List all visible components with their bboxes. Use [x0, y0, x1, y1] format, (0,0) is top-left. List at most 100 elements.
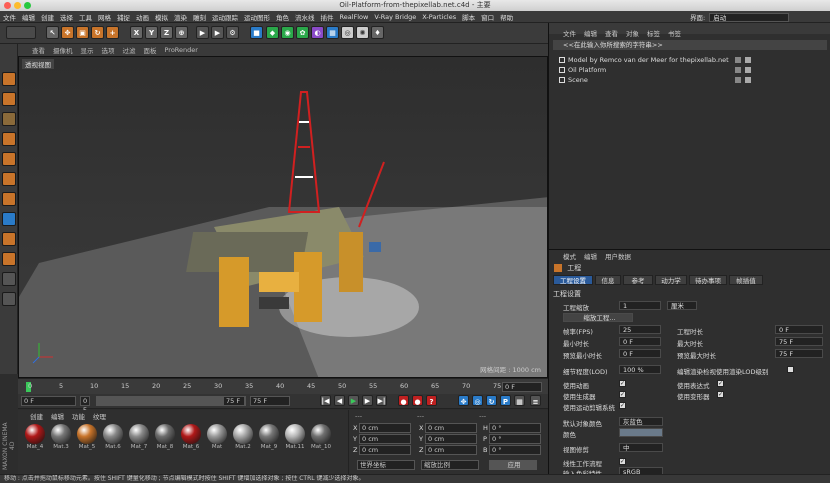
viewport-menu-item-6[interactable]: ProRender — [165, 46, 198, 54]
menu-item-16[interactable]: RealFlow — [340, 13, 369, 21]
material-swatch[interactable]: Mat_9 — [256, 424, 282, 454]
material-swatch[interactable]: Mat.3 — [48, 424, 74, 454]
layout-dropdown[interactable]: 启动 — [709, 12, 790, 22]
move-icon[interactable]: ✥ — [61, 26, 74, 39]
render-view-icon[interactable]: ▶ — [196, 26, 209, 39]
material-swatch[interactable]: Mat_10 — [308, 424, 334, 454]
menu-item-1[interactable]: 编辑 — [22, 12, 35, 22]
viewport-menu-item-2[interactable]: 显示 — [81, 45, 94, 55]
tweak-mode-icon[interactable] — [2, 212, 16, 226]
scale-field[interactable]: 1 — [619, 301, 661, 310]
select-arrow-icon[interactable]: ↖ — [46, 26, 59, 39]
coord-value-field[interactable]: 0 cm — [359, 434, 411, 444]
spline-icon[interactable]: ✿ — [296, 26, 309, 39]
object-tag-icon[interactable] — [735, 77, 741, 83]
object-search-bar[interactable]: <<在此输入你所搜索的字符串>> — [553, 40, 827, 50]
extra-tool-icon[interactable]: ♦ — [371, 26, 384, 39]
attribute-tab-2[interactable]: 参考 — [623, 275, 653, 285]
timeline-end-field[interactable]: 0 F — [502, 382, 542, 392]
menu-item-15[interactable]: 插件 — [321, 12, 334, 22]
snap-icon[interactable] — [2, 232, 16, 246]
goto-end-icon[interactable]: ▶| — [376, 395, 387, 406]
object-menu-item-1[interactable]: 编辑 — [584, 28, 597, 38]
object-list-item[interactable]: Scene — [559, 76, 588, 84]
material-swatch[interactable]: Mat_7 — [126, 424, 152, 454]
end-frame-field[interactable]: 75 F — [223, 396, 245, 406]
next-key-icon[interactable]: ▶ — [362, 395, 373, 406]
menu-item-0[interactable]: 文件 — [3, 12, 16, 22]
attribute-tab-4[interactable]: 待办事项 — [689, 275, 727, 285]
viewport-menu-item-0[interactable]: 查看 — [32, 45, 45, 55]
edge-mode-icon[interactable] — [2, 152, 16, 166]
attribute-tab-0[interactable]: 工程设置 — [553, 275, 593, 285]
object-menu-item-5[interactable]: 书签 — [668, 28, 681, 38]
start-frame-field[interactable]: 0 F — [21, 396, 76, 406]
scale-unit-dropdown[interactable]: 厘米 — [667, 301, 697, 310]
polygon-mode-icon[interactable] — [2, 172, 16, 186]
object-visibility-icon[interactable] — [745, 77, 751, 83]
fps-field[interactable]: 25 — [619, 325, 661, 334]
material-swatch[interactable]: Mat_8 — [152, 424, 178, 454]
object-tag-icon[interactable] — [735, 67, 741, 73]
use-motion-clip-checkbox[interactable]: ✓ — [619, 402, 626, 409]
rotate-icon[interactable]: ↻ — [91, 26, 104, 39]
undo-redo-icon[interactable] — [6, 26, 36, 39]
coord-tab[interactable]: --- — [355, 412, 362, 420]
scale-key-icon[interactable]: ◎ — [472, 395, 483, 406]
material-menu-item-0[interactable]: 创建 — [30, 411, 43, 421]
object-menu-item-2[interactable]: 查看 — [605, 28, 618, 38]
y-axis-icon[interactable]: Y — [145, 26, 158, 39]
attribute-tab-3[interactable]: 动力学 — [655, 275, 687, 285]
coord-mode-dropdown[interactable]: 世界坐标 — [357, 460, 415, 470]
object-menu-item-4[interactable]: 标签 — [647, 28, 660, 38]
object-tag-icon[interactable] — [735, 57, 741, 63]
pla-key-icon[interactable]: ▦ — [514, 395, 525, 406]
menu-item-21[interactable]: 帮助 — [500, 12, 513, 22]
x-axis-icon[interactable]: X — [130, 26, 143, 39]
coord-value-field[interactable]: 0 ° — [489, 423, 541, 433]
coord-value-field[interactable]: 0 ° — [489, 445, 541, 455]
layout-selector[interactable]: 界面: 启动 — [690, 12, 790, 22]
view-clipping-dropdown[interactable]: 中 — [619, 443, 663, 452]
attribute-tab-1[interactable]: 信息 — [595, 275, 621, 285]
menu-item-3[interactable]: 选择 — [60, 12, 73, 22]
menu-item-11[interactable]: 运动跟踪 — [212, 12, 238, 22]
menu-item-13[interactable]: 角色 — [276, 12, 289, 22]
use-expressions-checkbox[interactable]: ✓ — [717, 380, 724, 387]
param-key-icon[interactable]: P — [500, 395, 511, 406]
menu-item-8[interactable]: 模拟 — [155, 12, 168, 22]
min-time-field[interactable]: 0 F — [619, 337, 661, 346]
viewport-menu-item-1[interactable]: 摄像机 — [53, 45, 73, 55]
menu-item-14[interactable]: 流水线 — [295, 12, 315, 22]
object-visibility-icon[interactable] — [745, 57, 751, 63]
coord-scale-dropdown[interactable]: 缩放比例 — [421, 460, 479, 470]
menu-item-5[interactable]: 网格 — [98, 12, 111, 22]
camera-icon[interactable]: ◎ — [341, 26, 354, 39]
make-editable-icon[interactable] — [2, 72, 16, 86]
material-menu-item-3[interactable]: 纹理 — [93, 411, 106, 421]
perspective-viewport[interactable]: 透视视图 网格间距 : 1000 cm — [18, 56, 548, 378]
menu-item-6[interactable]: 捕捉 — [117, 12, 130, 22]
use-animation-checkbox[interactable]: ✓ — [619, 380, 626, 387]
rot-key-icon[interactable]: ↻ — [486, 395, 497, 406]
max-time-field[interactable]: 75 F — [775, 337, 823, 346]
scene-icon[interactable]: ▦ — [326, 26, 339, 39]
coord-tab[interactable]: --- — [479, 412, 486, 420]
object-list-item[interactable]: Model by Remco van der Meer for thepixel… — [559, 56, 729, 64]
close-window-button[interactable] — [4, 2, 11, 9]
current-frame-field[interactable]: 0 F — [80, 396, 90, 414]
coord-value-field[interactable]: 0 ° — [489, 434, 541, 444]
goto-start-icon[interactable]: |◀ — [320, 395, 331, 406]
viewport-menu-item-5[interactable]: 面板 — [144, 45, 157, 55]
menu-item-19[interactable]: 脚本 — [462, 12, 475, 22]
generator-icon[interactable]: ◉ — [281, 26, 294, 39]
color-swatch[interactable] — [619, 428, 663, 437]
use-generators-checkbox[interactable]: ✓ — [619, 391, 626, 398]
light-icon[interactable]: ✺ — [356, 26, 369, 39]
object-menu-item-3[interactable]: 对象 — [626, 28, 639, 38]
model-mode-icon[interactable] — [2, 92, 16, 106]
default-color-dropdown[interactable]: 灰蓝色 — [619, 417, 663, 426]
zoom-window-button[interactable] — [24, 2, 31, 9]
coord-value-field[interactable]: 0 cm — [425, 434, 477, 444]
menu-item-9[interactable]: 渲染 — [174, 12, 187, 22]
